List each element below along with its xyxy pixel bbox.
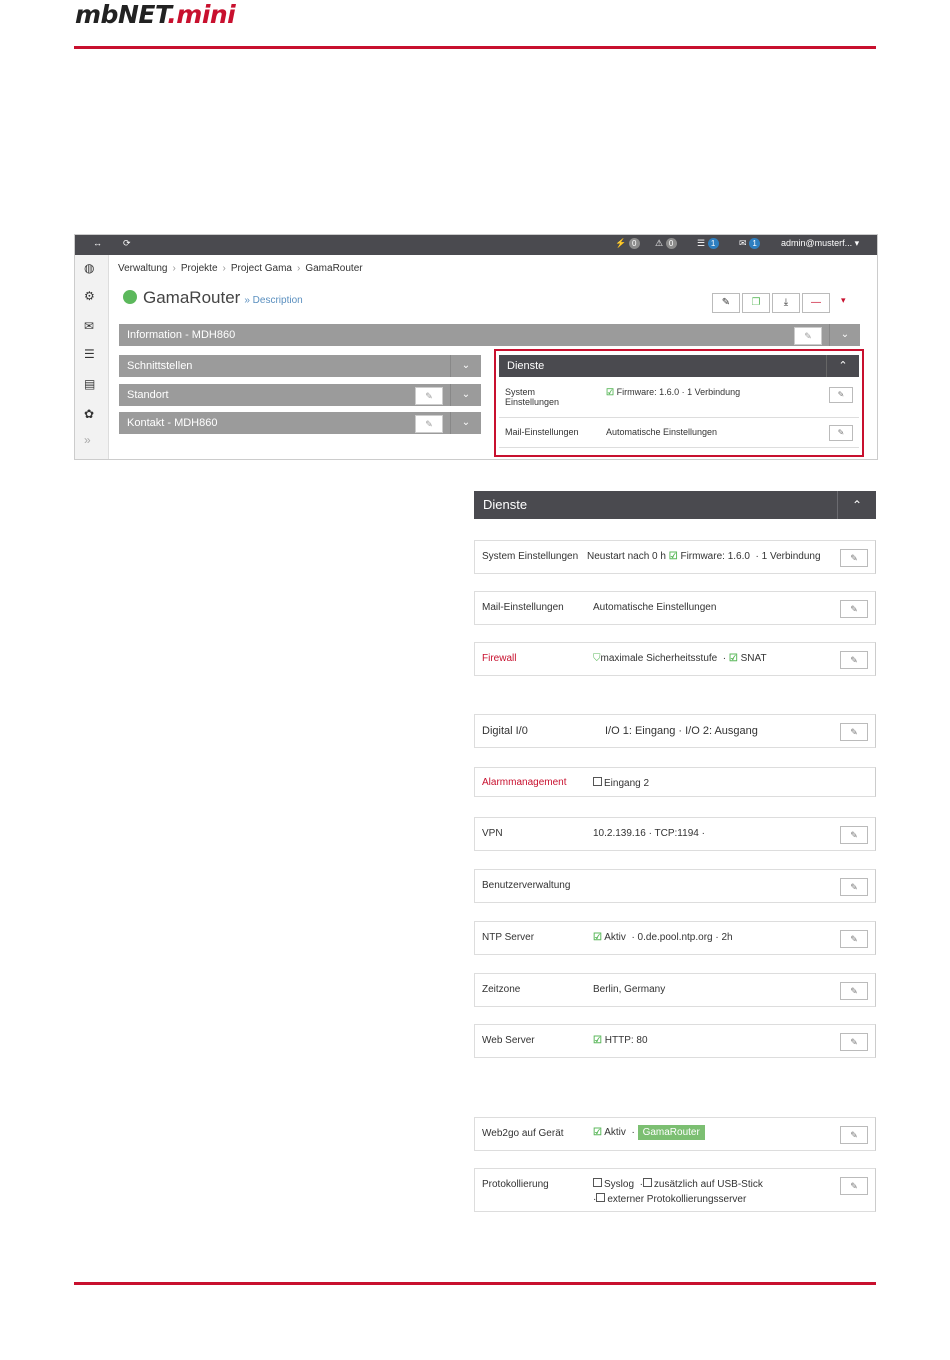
chevron-up-icon[interactable]: ⌃ <box>837 491 876 519</box>
row-vpn: VPN 10.2.139.16 · TCP:1194 · ✎ <box>474 817 876 851</box>
checkbox-icon <box>642 1178 652 1187</box>
flash-icon[interactable]: ⚡ 0 <box>615 238 640 249</box>
warning-icon[interactable]: ⚠ 0 <box>655 238 677 249</box>
edit-icon[interactable]: ✎ <box>415 415 443 433</box>
chevron-down-icon[interactable]: ⌄ <box>829 324 860 346</box>
dashboard-icon[interactable]: ◍ <box>84 261 94 275</box>
device-description-link[interactable]: » Description <box>244 295 302 306</box>
edit-button[interactable]: ✎ <box>840 982 868 1000</box>
check-icon: ☑ <box>593 932 602 943</box>
edit-button[interactable]: ✎ <box>840 1126 868 1144</box>
download-button[interactable]: ⤓ <box>772 293 800 313</box>
checkbox-icon <box>596 1193 606 1202</box>
chevron-down-icon[interactable]: ⌄ <box>450 384 481 406</box>
mail-badge: 1 <box>749 238 761 249</box>
check-icon: ☑ <box>593 1127 602 1138</box>
panel-standort[interactable]: Standort ✎ ⌄ <box>119 384 481 406</box>
row-system-einstellungen: System Einstellungen Neustart nach 0 h ☑… <box>474 540 876 574</box>
row-mail-einstellungen: Mail-Einstellungen Automatische Einstell… <box>474 591 876 625</box>
footer-divider <box>74 1282 876 1285</box>
row-firewall: Firewall ⛉maximale Sicherheitsstufe · ☑ … <box>474 642 876 676</box>
refresh-icon[interactable]: ⟳ <box>123 238 131 249</box>
caret-down-icon[interactable]: ▾ <box>841 295 846 306</box>
panel-schnittstellen[interactable]: Schnittstellen ⌄ <box>119 355 481 377</box>
row-web-server: Web Server ☑ HTTP: 80 ✎ <box>474 1024 876 1058</box>
breadcrumb-verwaltung[interactable]: Verwaltung <box>118 263 167 274</box>
mail-icon[interactable]: ✉ <box>84 319 94 333</box>
panel-information[interactable]: Information - MDH860 ✎ ⌄ <box>119 324 860 346</box>
chevron-down-icon[interactable]: ⌄ <box>450 412 481 434</box>
collapse-icon[interactable]: » <box>84 433 91 447</box>
alerts-badge: 0 <box>628 238 640 249</box>
row-zeitzone: Zeitzone Berlin, Germany ✎ <box>474 973 876 1007</box>
device-tag[interactable]: GamaRouter <box>637 1125 705 1140</box>
edit-button[interactable]: ✎ <box>840 651 868 669</box>
server-icon[interactable]: ☰ <box>84 347 95 361</box>
remove-button[interactable]: — <box>802 293 830 313</box>
list-icon[interactable]: ☰ 1 <box>697 238 719 249</box>
copy-button[interactable]: ❐ <box>742 293 770 313</box>
mbnet-mini-logo: mbNET.mini <box>75 0 236 29</box>
status-online-icon <box>123 290 137 304</box>
highlight-frame <box>494 349 864 457</box>
checkbox-icon <box>593 1178 602 1187</box>
edit-button[interactable]: ✎ <box>840 930 868 948</box>
edit-button[interactable]: ✎ <box>840 878 868 896</box>
breadcrumb: Verwaltung › Projekte › Project Gama › GamaRou… <box>118 263 363 274</box>
check-icon: ☑ <box>668 551 678 562</box>
check-icon: ☑ <box>728 653 738 664</box>
top-navigation-bar: ↔ ⟳ ⚡ 0 ⚠ 0 ☰ 1 ✉ 1 admin@musterf... ▾ <box>75 235 877 255</box>
row-web2go: Web2go auf Gerät ☑ Aktiv · GamaRouter ✎ <box>474 1117 876 1151</box>
edit-button[interactable]: ✎ <box>840 1033 868 1051</box>
gear-icon[interactable]: ✿ <box>84 407 94 421</box>
row-digital-io: Digital I/0 I/O 1: Eingang · I/O 2: Ausg… <box>474 714 876 748</box>
breadcrumb-device[interactable]: GamaRouter <box>305 263 362 274</box>
list-badge: 1 <box>707 238 719 249</box>
settings-group-icon[interactable]: ⚙ <box>84 289 95 303</box>
edit-button[interactable]: ✎ <box>840 600 868 618</box>
breadcrumb-project[interactable]: Project Gama <box>231 263 292 274</box>
mail-icon[interactable]: ✉ 1 <box>739 238 761 249</box>
edit-icon[interactable]: ✎ <box>794 327 822 345</box>
sidebar: ◍ ⚙ ✉ ☰ ▤ ✿ » <box>75 255 109 459</box>
warnings-badge: 0 <box>665 238 677 249</box>
row-benutzerverwaltung: Benutzerverwaltung ✎ <box>474 869 876 903</box>
user-menu[interactable]: admin@musterf... ▾ <box>781 238 859 249</box>
header-divider <box>74 46 876 49</box>
edit-button[interactable]: ✎ <box>840 826 868 844</box>
row-alarmmanagement: Alarmmanagement Eingang 2 <box>474 767 876 797</box>
device-title: GamaRouter» Description <box>123 288 303 308</box>
check-icon: ☑ <box>593 1035 602 1046</box>
edit-icon[interactable]: ✎ <box>415 387 443 405</box>
row-ntp-server: NTP Server ☑ Aktiv · 0.de.pool.ntp.org ·… <box>474 921 876 955</box>
dienste-header[interactable]: Dienste ⌃ <box>474 491 876 519</box>
shield-icon: ⛉ <box>593 653 601 664</box>
row-protokollierung: Protokollierung Syslog · zusätzlich auf U… <box>474 1168 876 1212</box>
edit-button[interactable]: ✎ <box>840 549 868 567</box>
edit-button[interactable]: ✎ <box>840 1177 868 1195</box>
edit-button[interactable]: ✎ <box>840 723 868 741</box>
breadcrumb-projekte[interactable]: Projekte <box>181 263 218 274</box>
expand-icon[interactable]: ↔ <box>93 238 102 248</box>
checkbox-icon <box>593 777 602 786</box>
book-icon[interactable]: ▤ <box>84 377 95 391</box>
wrench-button[interactable]: ✎ <box>712 293 740 313</box>
chevron-down-icon[interactable]: ⌄ <box>450 355 481 377</box>
panel-kontakt[interactable]: Kontakt - MDH860 ✎ ⌄ <box>119 412 481 434</box>
device-screenshot: ↔ ⟳ ⚡ 0 ⚠ 0 ☰ 1 ✉ 1 admin@musterf... ▾ ◍… <box>74 234 878 460</box>
